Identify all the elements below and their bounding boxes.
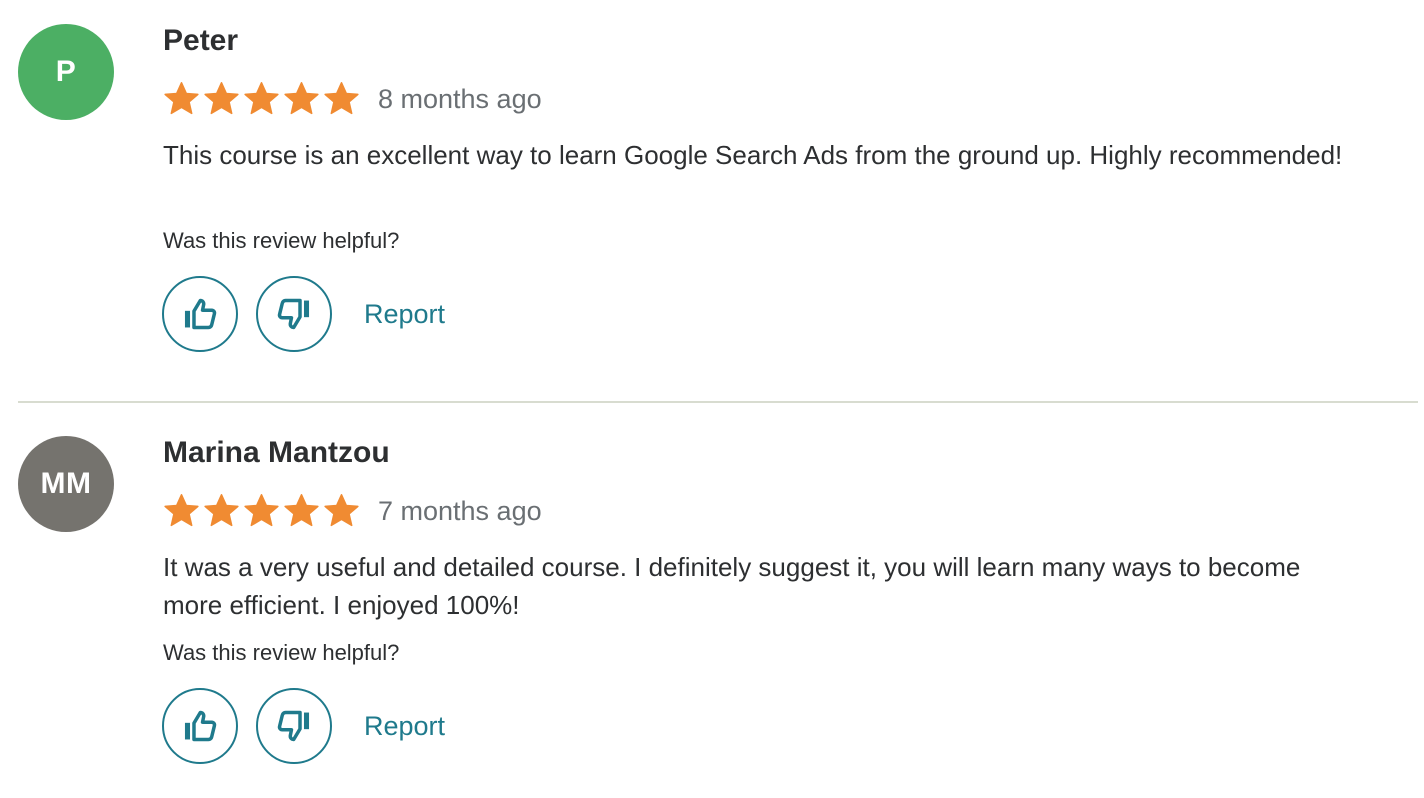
rating-row: 8 months ago: [163, 78, 542, 120]
reviewer-name: Marina Mantzou: [163, 436, 390, 469]
avatar: P: [18, 24, 114, 120]
thumbs-up-icon: [184, 298, 217, 330]
star-icon: [324, 493, 359, 526]
rating-row: 7 months ago: [163, 490, 542, 532]
star-icon: [284, 493, 319, 526]
avatar: MM: [18, 436, 114, 532]
review-text: This course is an excellent way to learn…: [163, 140, 1343, 170]
thumbs-down-icon: [277, 710, 310, 742]
review-actions: Report: [162, 274, 445, 354]
helpful-prompt: Was this review helpful?: [163, 228, 400, 253]
star-icon: [164, 493, 199, 526]
review-divider: [18, 401, 1418, 403]
review-actions: Report: [162, 686, 445, 766]
thumbs-down-button[interactable]: [256, 276, 332, 352]
reviewer-name: Peter: [163, 24, 239, 57]
thumbs-up-icon: [184, 710, 217, 742]
thumbs-up-button[interactable]: [162, 276, 238, 352]
star-icon: [164, 81, 199, 114]
avatar-initials: P: [55, 55, 77, 88]
star-icon: [204, 493, 239, 526]
review-date: 8 months ago: [378, 83, 542, 114]
report-link[interactable]: Report: [364, 299, 445, 330]
report-link[interactable]: Report: [364, 711, 445, 742]
star-icon: [244, 493, 279, 526]
star-rating: [163, 493, 360, 530]
thumbs-down-icon: [277, 298, 310, 330]
review-date: 7 months ago: [378, 495, 542, 526]
star-icon: [204, 81, 239, 114]
helpful-prompt: Was this review helpful?: [163, 640, 400, 665]
review-text: It was a very useful and detailed course…: [163, 552, 1301, 620]
star-rating: [163, 81, 360, 118]
thumbs-down-button[interactable]: [256, 688, 332, 764]
thumbs-up-button[interactable]: [162, 688, 238, 764]
star-icon: [244, 81, 279, 114]
star-icon: [284, 81, 319, 114]
avatar-initials: MM: [40, 467, 92, 500]
star-icon: [324, 81, 359, 114]
